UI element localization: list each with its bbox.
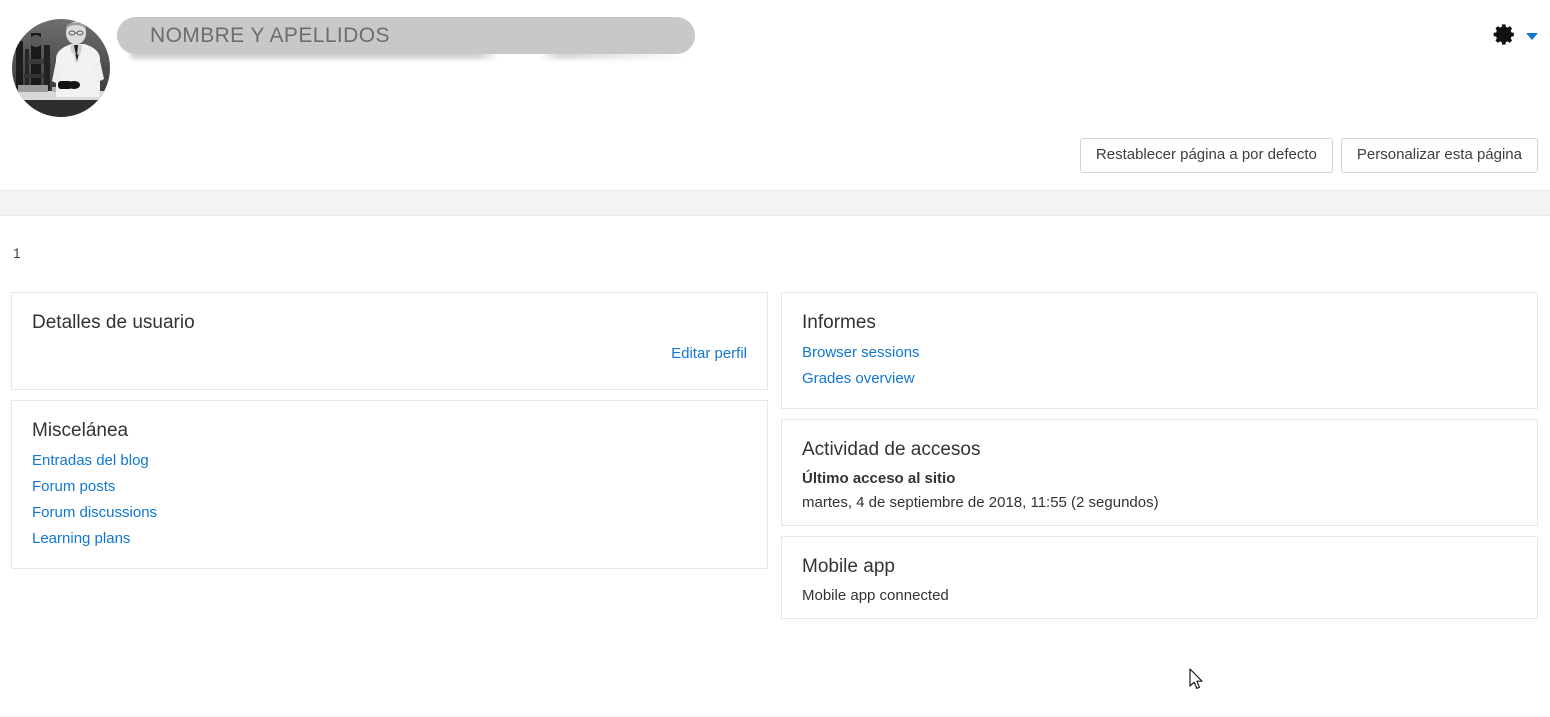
- card-miscellaneous: Miscelánea Entradas del blog Forum posts…: [11, 400, 768, 569]
- block-region-label: 1: [13, 245, 21, 261]
- list-item: Entradas del blog: [32, 448, 747, 474]
- customize-page-button[interactable]: Personalizar esta página: [1340, 138, 1538, 173]
- page-action-buttons: Restablecer página a por defecto Persona…: [1079, 138, 1538, 173]
- edit-profile-link[interactable]: Editar perfil: [671, 345, 747, 362]
- card-reports: Informes Browser sessions Grades overvie…: [781, 292, 1538, 409]
- card-title-mobile-app: Mobile app: [802, 556, 895, 577]
- chevron-down-icon[interactable]: [1526, 32, 1538, 40]
- right-column: Informes Browser sessions Grades overvie…: [781, 292, 1538, 629]
- mouse-cursor: [1189, 668, 1203, 689]
- mobile-app-status: Mobile app connected: [802, 587, 949, 604]
- user-name-label: NOMBRE Y APELLIDOS: [150, 24, 390, 47]
- list-item: Learning plans: [32, 526, 747, 552]
- reset-page-button[interactable]: Restablecer página a por defecto: [1079, 138, 1333, 173]
- forum-posts-link[interactable]: Forum posts: [32, 478, 115, 495]
- card-title-reports: Informes: [802, 312, 876, 333]
- card-title-miscellaneous: Miscelánea: [32, 420, 129, 441]
- list-item: Browser sessions: [802, 340, 1517, 366]
- list-item: Forum posts: [32, 474, 747, 500]
- avatar-photo-icon: [12, 19, 110, 117]
- last-access-label: Último acceso al sitio: [802, 470, 956, 487]
- settings-menu-toggle[interactable]: [1492, 22, 1538, 47]
- left-column: Detalles de usuario Editar perfil Miscel…: [11, 292, 768, 579]
- grades-overview-link[interactable]: Grades overview: [802, 370, 915, 387]
- learning-plans-link[interactable]: Learning plans: [32, 530, 130, 547]
- moodle-profile-page: NOMBRE Y APELLIDOS Restablecer página a …: [0, 0, 1550, 717]
- gear-icon[interactable]: [1492, 22, 1517, 47]
- card-title-user-details: Detalles de usuario: [32, 312, 195, 333]
- browser-sessions-link[interactable]: Browser sessions: [802, 344, 920, 361]
- blog-entries-link[interactable]: Entradas del blog: [32, 452, 149, 469]
- forum-discussions-link[interactable]: Forum discussions: [32, 504, 157, 521]
- card-title-login-activity: Actividad de accesos: [802, 439, 981, 460]
- miscellaneous-link-list: Entradas del blog Forum posts Forum disc…: [32, 448, 747, 552]
- list-item: Forum discussions: [32, 500, 747, 526]
- reports-link-list: Browser sessions Grades overview: [802, 340, 1517, 392]
- card-user-details: Detalles de usuario Editar perfil: [11, 292, 768, 390]
- avatar[interactable]: [12, 19, 110, 117]
- redaction-smudge: [130, 49, 690, 59]
- page-header: NOMBRE Y APELLIDOS Restablecer página a …: [0, 0, 1550, 190]
- last-access-value: martes, 4 de septiembre de 2018, 11:55 (…: [802, 494, 1159, 511]
- list-item: Grades overview: [802, 366, 1517, 392]
- card-mobile-app: Mobile app Mobile app connected: [781, 536, 1538, 619]
- edit-profile-row: Editar perfil: [32, 340, 747, 373]
- header-separator-band: [0, 190, 1550, 216]
- card-login-activity: Actividad de accesos Último acceso al si…: [781, 419, 1538, 526]
